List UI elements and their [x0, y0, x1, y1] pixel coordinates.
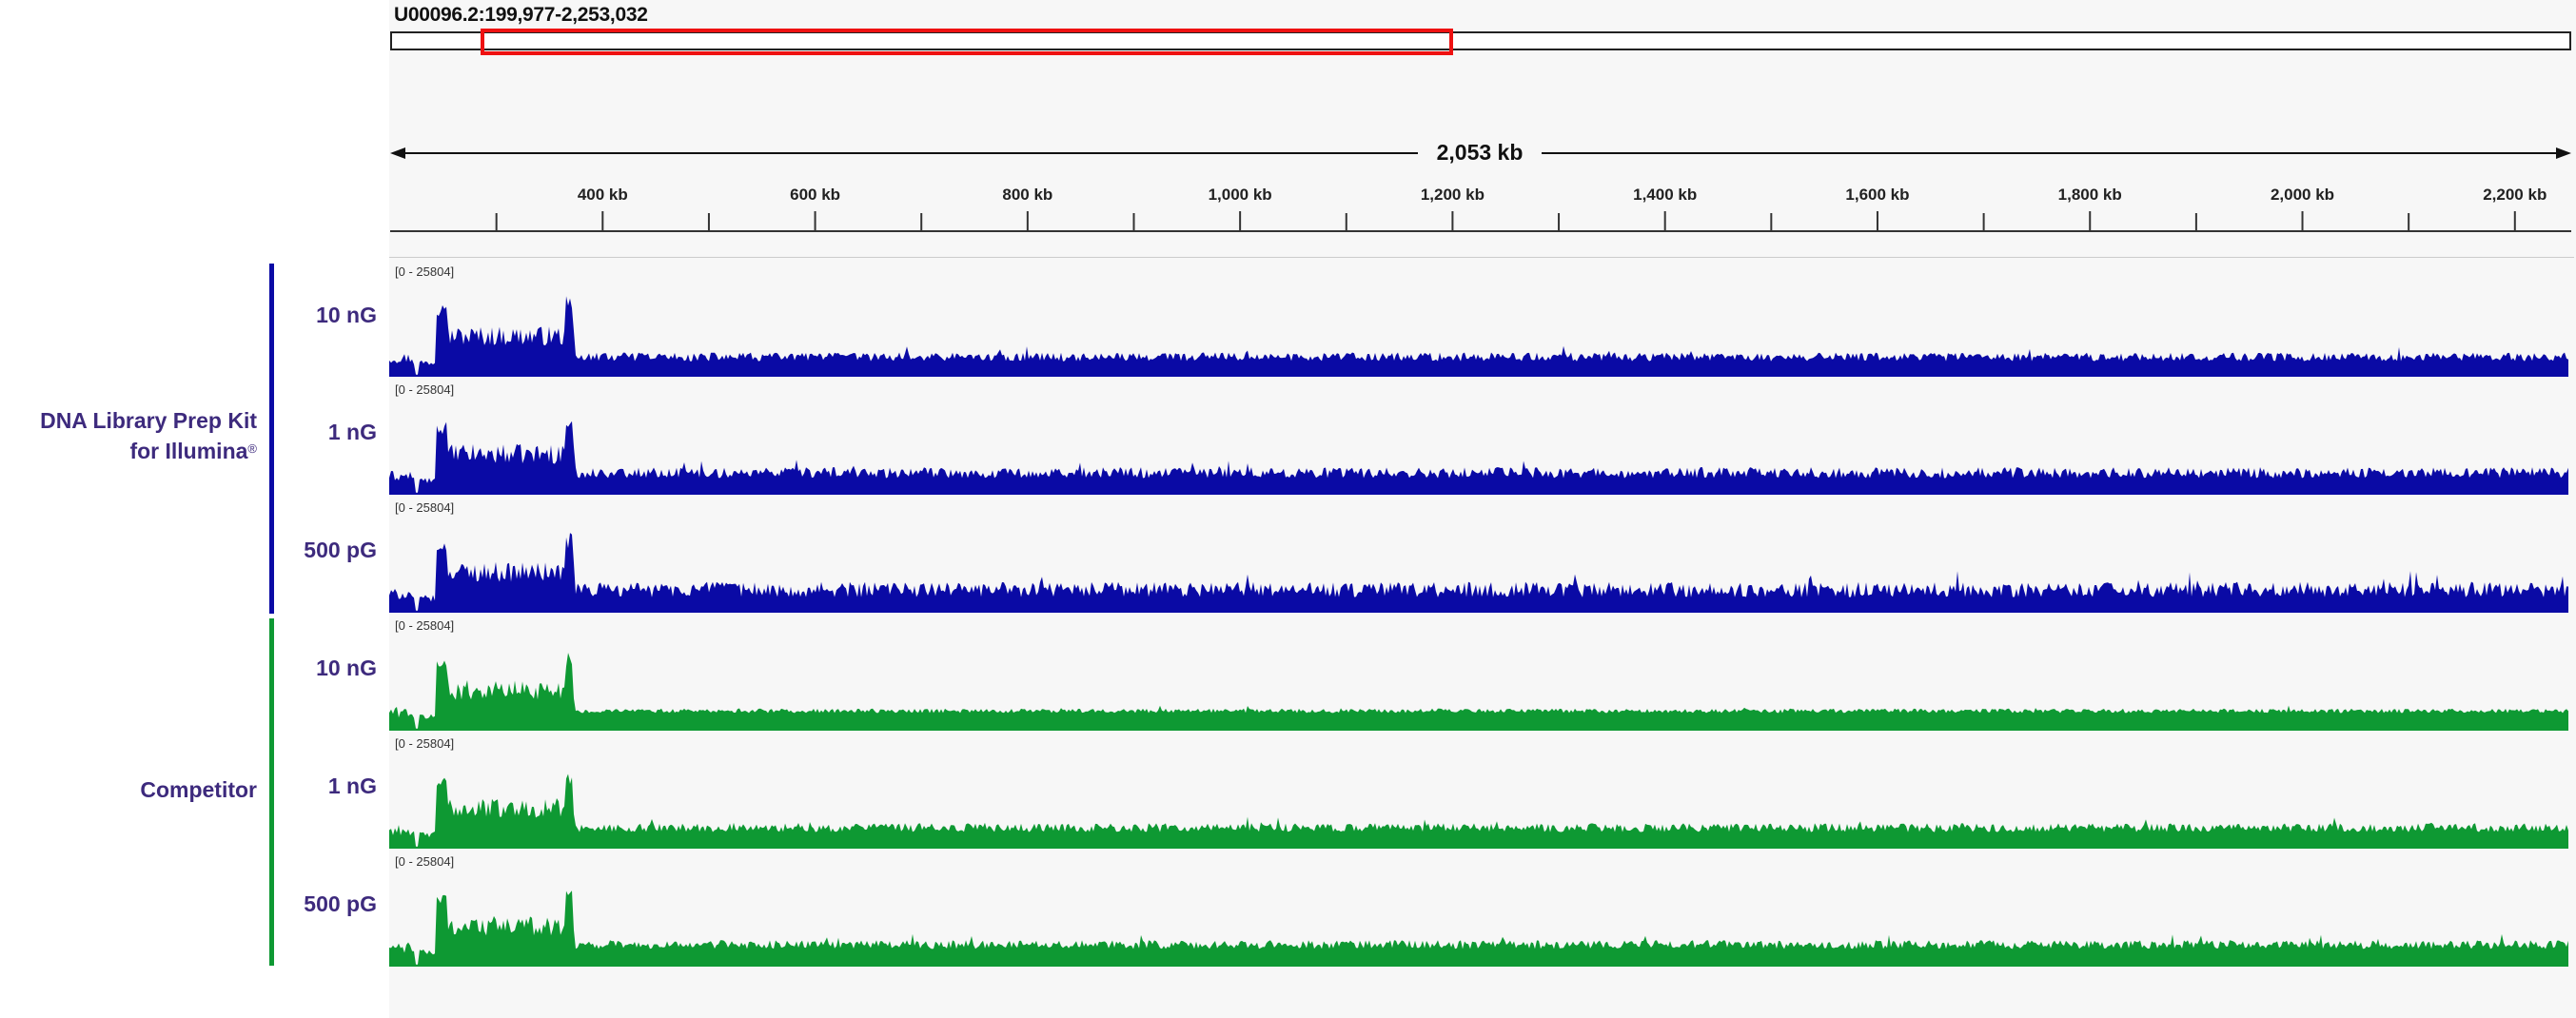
group-label-competitor-text: Competitor [140, 777, 257, 802]
coverage-area [389, 891, 2568, 967]
igv-genome-browser: U00096.2:199,977-2,253,032 2,053 kb 400 … [0, 0, 2576, 1018]
group-label-kit-line1: DNA Library Prep Kit [40, 408, 257, 433]
registered-mark: ® [247, 441, 257, 456]
track-data-range: [0 - 25804] [395, 736, 455, 751]
span-label: 2,053 kb [1418, 140, 1542, 166]
coverage-area [389, 296, 2568, 377]
coverage-area [389, 533, 2568, 613]
coverage-plot [389, 421, 2568, 495]
coverage-track[interactable]: [0 - 25804] [389, 615, 2572, 733]
coverage-area [389, 773, 2568, 849]
sample-label: 10 nG [316, 656, 377, 680]
current-region-highlight[interactable] [481, 29, 1453, 55]
ruler-tick-label: 2,000 kb [2270, 186, 2335, 204]
ruler-tick-label: 2,200 kb [2483, 186, 2547, 204]
group-label-kit: DNA Library Prep Kit for Illumina® [19, 407, 257, 465]
track-panel-divider [389, 257, 2574, 258]
span-arrow-right [2556, 147, 2571, 159]
ruler-tick-label: 1,800 kb [2057, 186, 2122, 204]
locus-text: U00096.2:199,977-2,253,032 [394, 4, 648, 26]
sample-label: 10 nG [316, 303, 377, 327]
sample-label: 500 pG [304, 538, 377, 562]
coverage-plot [389, 533, 2568, 613]
ruler-tick-label: 1,200 kb [1420, 186, 1485, 204]
ruler-tick-label: 1,400 kb [1633, 186, 1698, 204]
coverage-track[interactable]: [0 - 25804] [389, 261, 2572, 379]
track-data-range: [0 - 25804] [395, 382, 455, 397]
coverage-plot [389, 773, 2568, 849]
ruler-tick-label: 400 kb [577, 186, 628, 204]
coverage-plot [389, 891, 2568, 967]
group-bar-kit [269, 264, 274, 614]
ruler-tick-label: 1,000 kb [1208, 186, 1272, 204]
coverage-area [389, 421, 2568, 495]
ruler-tick-label: 800 kb [1002, 186, 1053, 204]
coverage-track[interactable]: [0 - 25804] [389, 497, 2572, 615]
coverage-track[interactable]: [0 - 25804] [389, 733, 2572, 851]
ruler-tick-label: 600 kb [790, 186, 841, 204]
coverage-plot [389, 296, 2568, 377]
sample-label: 500 pG [304, 891, 377, 916]
group-label-competitor: Competitor [19, 776, 257, 804]
coverage-plot [389, 653, 2568, 731]
coverage-track[interactable]: [0 - 25804] [389, 379, 2572, 497]
group-label-kit-line2: for Illumina [129, 439, 248, 463]
group-bar-competitor [269, 618, 274, 966]
span-arrow-left [390, 147, 405, 159]
coverage-track[interactable]: [0 - 25804] [389, 851, 2572, 969]
track-data-range: [0 - 25804] [395, 264, 455, 279]
track-data-range: [0 - 25804] [395, 500, 455, 515]
track-data-range: [0 - 25804] [395, 854, 455, 869]
coverage-area [389, 653, 2568, 731]
ruler-tick-label: 1,600 kb [1845, 186, 1910, 204]
track-data-range: [0 - 25804] [395, 618, 455, 633]
